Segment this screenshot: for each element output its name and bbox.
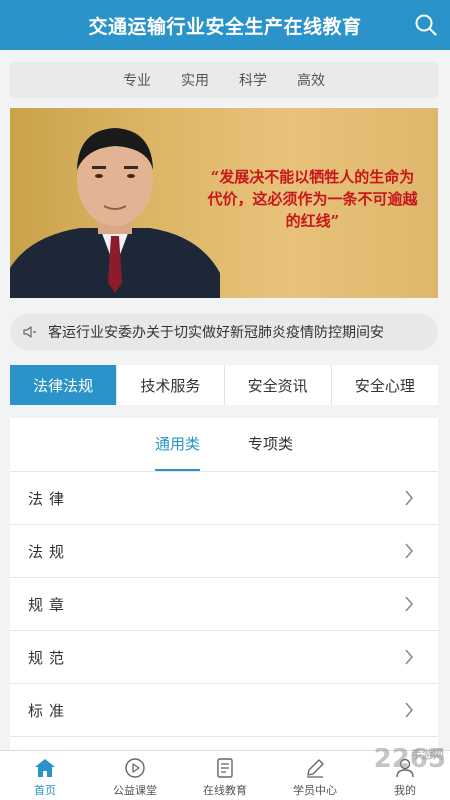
user-icon — [396, 758, 414, 778]
chevron-right-icon — [405, 490, 413, 506]
home-icon — [35, 759, 55, 777]
nav-label: 公益课堂 — [113, 784, 157, 797]
list-item-label: 法律 — [28, 489, 71, 508]
banner[interactable]: “发展决不能以牺牲人的生命为代价，这必须作为一条不可逾越的红线” — [10, 108, 438, 298]
portrait-image — [10, 128, 220, 298]
tagline-item: 实用 — [181, 73, 209, 89]
category-tabs: 法律法规 技术服务 安全资讯 安全心理 — [10, 365, 438, 405]
bottom-nav: 首页 公益课堂 在线教育 学员中心 我的 — [0, 750, 450, 800]
banner-quote: “发展决不能以牺牲人的生命为代价，这必须作为一条不可逾越的红线” — [207, 168, 418, 230]
content-panel: 通用类 专项类 法律 法规 规章 规范 标准 — [10, 418, 438, 758]
nav-label: 学员中心 — [293, 784, 337, 797]
list-item-label: 法规 — [28, 542, 71, 561]
app-header: 交通运输行业安全生产在线教育 — [0, 0, 450, 50]
tagline-item: 专业 — [123, 73, 151, 89]
list-item[interactable]: 规章 — [10, 578, 438, 631]
notice-bar[interactable]: 客运行业安委办关于切实做好新冠肺炎疫情防控期间安 — [10, 314, 438, 350]
chevron-right-icon — [405, 649, 413, 665]
nav-label: 在线教育 — [203, 784, 247, 797]
speaker-icon — [23, 326, 36, 338]
nav-label: 首页 — [34, 784, 56, 797]
tab-safety-psychology[interactable]: 安全心理 — [332, 365, 438, 405]
notice-text: 客运行业安委办关于切实做好新冠肺炎疫情防控期间安 — [48, 325, 384, 341]
list-item-label: 规范 — [28, 648, 71, 667]
nav-public-class[interactable]: 公益课堂 — [90, 751, 180, 800]
chevron-right-icon — [405, 596, 413, 612]
play-icon — [125, 758, 145, 778]
chevron-right-icon — [405, 543, 413, 559]
document-icon — [217, 758, 233, 778]
nav-label: 我的 — [394, 784, 416, 797]
list-item-label: 规章 — [28, 595, 71, 614]
nav-student-center[interactable]: 学员中心 — [270, 751, 360, 800]
sub-tabs: 通用类 专项类 — [10, 418, 438, 472]
list-item[interactable]: 法律 — [10, 472, 438, 525]
pencil-icon — [307, 759, 324, 778]
tab-general[interactable]: 通用类 — [154, 418, 201, 471]
search-icon[interactable] — [414, 13, 438, 37]
tagline-bar: 专业 实用 科学 高效 — [10, 62, 438, 98]
chevron-right-icon — [405, 702, 413, 718]
tagline-item: 科学 — [239, 73, 267, 89]
tab-tech-service[interactable]: 技术服务 — [117, 365, 225, 405]
tab-laws[interactable]: 法律法规 — [10, 365, 118, 405]
nav-online-education[interactable]: 在线教育 — [180, 751, 270, 800]
nav-mine[interactable]: 我的 — [360, 751, 450, 800]
tab-special[interactable]: 专项类 — [248, 418, 293, 471]
list-item[interactable]: 标准 — [10, 684, 438, 737]
list-item[interactable]: 法规 — [10, 525, 438, 578]
app-title: 交通运输行业安全生产在线教育 — [88, 16, 362, 38]
tagline-item: 高效 — [297, 73, 325, 89]
list-item-label: 标准 — [28, 701, 71, 720]
tab-safety-news[interactable]: 安全资讯 — [225, 365, 332, 405]
nav-home[interactable]: 首页 — [0, 751, 90, 800]
list-item[interactable]: 规范 — [10, 631, 438, 684]
